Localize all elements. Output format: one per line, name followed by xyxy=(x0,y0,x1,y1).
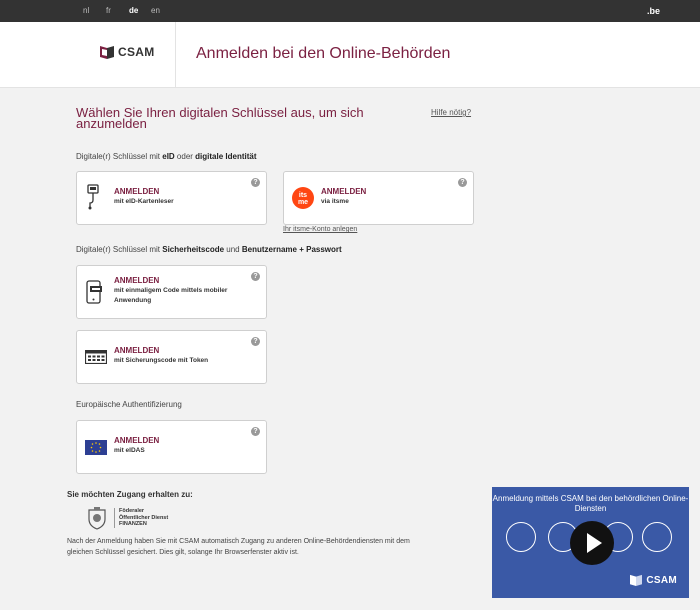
lang-de[interactable]: de xyxy=(129,6,138,15)
help-icon[interactable]: ? xyxy=(251,272,260,281)
section-bold: digitale Identität xyxy=(195,152,257,161)
fps-finance-text: Föderaler Öffentlicher Dienst FINANZEN xyxy=(114,508,168,528)
itsme-badge-text: its xyxy=(299,192,307,199)
card-subtitle: via itsme xyxy=(321,198,349,205)
login-card-token[interactable]: ANMELDEN mit Sicherungscode mit Token ? xyxy=(76,330,267,384)
play-button[interactable] xyxy=(570,521,614,565)
help-icon[interactable]: ? xyxy=(251,178,260,187)
help-icon[interactable]: ? xyxy=(251,427,260,436)
login-card-eidas[interactable]: ANMELDEN mit eIDAS ? xyxy=(76,420,267,474)
card-title: ANMELDEN xyxy=(114,276,160,285)
belgian-crest-icon xyxy=(88,507,106,530)
help-icon[interactable]: ? xyxy=(251,337,260,346)
help-icon[interactable]: ? xyxy=(458,178,467,187)
section-bold: Benutzername + Passwort xyxy=(241,245,342,254)
video-title: Anmeldung mittels CSAM bei den behördlic… xyxy=(492,494,689,513)
card-title: ANMELDEN xyxy=(114,187,160,196)
section-text: oder xyxy=(174,152,196,161)
section-text: und xyxy=(224,245,242,254)
card-subtitle: mit Sicherungscode mit Token xyxy=(114,357,209,364)
video-player[interactable]: Anmeldung mittels CSAM bei den behördlic… xyxy=(492,487,689,598)
lang-fr[interactable]: fr xyxy=(106,6,111,15)
card-reader-icon xyxy=(506,522,536,552)
logo-text: CSAM xyxy=(118,45,155,59)
be-portal-link[interactable]: .be xyxy=(647,6,660,16)
csam-logo[interactable]: CSAM xyxy=(100,45,155,59)
section-bold: Sicherheitscode xyxy=(162,245,225,254)
lang-nl[interactable]: nl xyxy=(83,6,89,15)
card-subtitle: mit eID-Kartenleser xyxy=(114,198,174,205)
card-subtitle: mit einmaligem Code mittels mobiler Anwe… xyxy=(114,287,228,304)
section-label-security-code: Digitale(r) Schlüssel mit Sicherheitscod… xyxy=(76,245,342,254)
section-bold: eID xyxy=(162,152,175,161)
section-text: Digitale(r) Schlüssel mit xyxy=(76,245,163,254)
logo-text: CSAM xyxy=(646,574,677,586)
section-text: Digitale(r) Schlüssel mit xyxy=(76,152,163,161)
section-label-eid: Digitale(r) Schlüssel mit eID oder digit… xyxy=(76,152,257,161)
help-link[interactable]: Hilfe nötig? xyxy=(431,108,471,117)
eu-flag-icon xyxy=(85,440,107,460)
card-title: ANMELDEN xyxy=(114,436,160,445)
fps-finance-logo: Föderaler Öffentlicher Dienst FINANZEN xyxy=(86,506,168,530)
section-label-european: Europäische Authentifizierung xyxy=(76,400,182,409)
video-csam-logo: CSAM xyxy=(630,574,677,586)
page-header: CSAM Anmelden bei den Online-Behörden xyxy=(0,22,700,88)
language-bar: nl fr de en .be xyxy=(0,0,700,22)
login-card-eid[interactable]: ANMELDEN mit eID-Kartenleser ? xyxy=(76,171,267,225)
login-card-mobile-app[interactable]: ANMELDEN mit einmaligem Code mittels mob… xyxy=(76,265,267,319)
access-description: Nach der Anmeldung haben Sie mit CSAM au… xyxy=(67,538,410,556)
itsme-badge-text: me xyxy=(298,199,308,206)
page-title: Anmelden bei den Online-Behörden xyxy=(196,45,451,62)
card-reader-icon xyxy=(85,184,103,215)
token-card-icon xyxy=(84,349,108,369)
create-itsme-account-link[interactable]: Ihr itsme-Konto anlegen xyxy=(283,226,357,233)
mobile-app-icon xyxy=(85,280,103,309)
token-card-icon xyxy=(642,522,672,552)
access-heading: Sie möchten Zugang erhalten zu: xyxy=(67,490,193,499)
fps-line: FINANZEN xyxy=(119,521,147,528)
card-title: ANMELDEN xyxy=(114,346,160,355)
csam-logo-icon xyxy=(100,46,114,59)
card-title: ANMELDEN xyxy=(321,187,367,196)
lang-en[interactable]: en xyxy=(151,6,160,15)
login-card-itsme[interactable]: its me ANMELDEN via itsme ? xyxy=(283,171,474,225)
card-subtitle: mit eIDAS xyxy=(114,447,145,454)
csam-logo-icon xyxy=(630,574,643,586)
header-divider xyxy=(175,22,176,88)
main-heading: Wählen Sie Ihren digitalen Schlüssel aus… xyxy=(76,105,364,131)
itsme-logo-icon: its me xyxy=(292,187,314,214)
